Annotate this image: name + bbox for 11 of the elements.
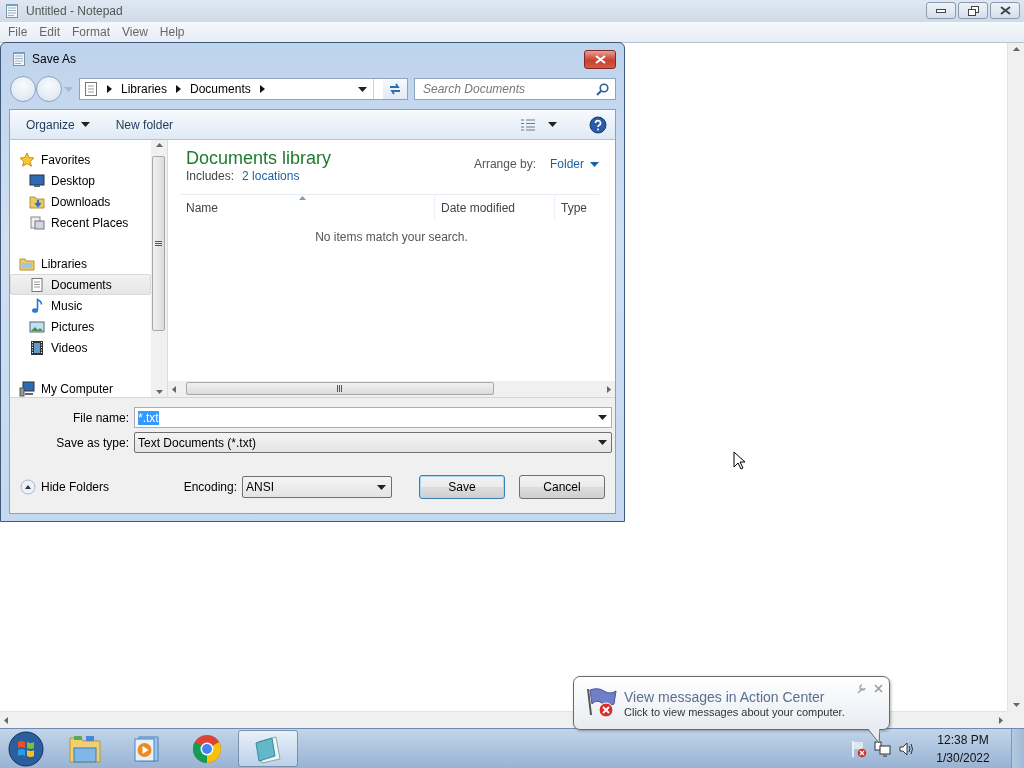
includes-label: Includes: [186, 169, 235, 183]
encoding-label: Encoding: [183, 480, 237, 494]
window-title: Untitled - Notepad [26, 4, 124, 18]
balloon-title: View messages in Action Center [624, 688, 826, 706]
balloon-message: Click to view messages about your computer. [624, 706, 846, 718]
dialog-title: Save As [32, 52, 78, 66]
empty-message: No items match your search. [315, 230, 468, 244]
file-type-label: Save as type: [55, 435, 130, 450]
arrange-label: Arrange by: [473, 157, 536, 171]
library-title: Documents library [186, 147, 332, 169]
file-name-label: File name: [71, 410, 130, 425]
